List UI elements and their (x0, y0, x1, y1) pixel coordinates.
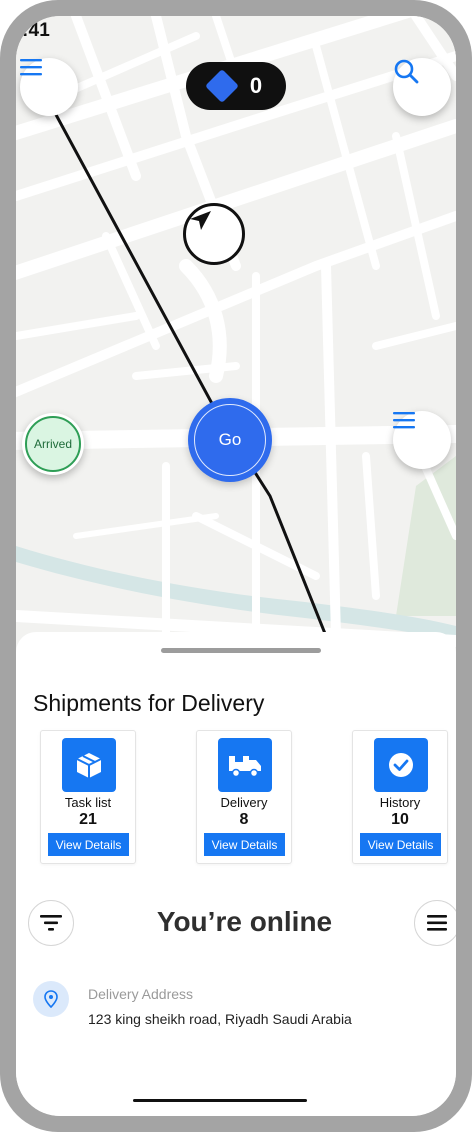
hamburger-icon (427, 915, 447, 931)
drag-handle[interactable] (161, 648, 321, 653)
online-status-title: You’re online (156, 906, 333, 937)
map-view[interactable]: :41 0 Arrived Go (16, 16, 456, 656)
bottom-sheet: Shipments for Delivery Task list 21 View… (16, 632, 456, 1116)
truck-icon (218, 738, 272, 792)
app-screen: :41 0 Arrived Go Shipments for Delivery … (16, 16, 456, 1116)
go-label: Go (194, 404, 266, 476)
view-details-button[interactable]: View Details (360, 833, 441, 856)
sheet-title: Shipments for Delivery (33, 690, 265, 716)
check-icon (374, 738, 428, 792)
diamond-icon (204, 69, 239, 103)
hamburger-icon (20, 59, 42, 76)
map-streets (16, 16, 456, 647)
list-icon (393, 412, 415, 429)
view-details-button[interactable]: View Details (48, 833, 129, 856)
view-details-button[interactable]: View Details (204, 833, 285, 856)
card-count: 10 (391, 811, 409, 828)
arrived-label: Arrived (25, 416, 81, 472)
location-pin-icon (33, 981, 69, 1017)
card-history[interactable]: History 10 View Details (352, 730, 448, 864)
status-time: :41 (22, 20, 51, 41)
card-label: History (379, 795, 421, 810)
battery-icon (452, 23, 456, 39)
navigation-arrow-icon (190, 211, 211, 230)
home-indicator (133, 1099, 307, 1102)
go-button[interactable]: Go (188, 398, 272, 482)
arrived-button[interactable]: Arrived (22, 413, 84, 475)
options-menu-button[interactable] (414, 900, 456, 946)
delivery-address-label: Delivery Address (88, 986, 194, 1002)
card-count: 21 (79, 811, 97, 828)
menu-button[interactable] (20, 58, 78, 116)
status-bar: :41 (16, 16, 456, 50)
search-button[interactable] (393, 58, 451, 116)
box-icon (62, 738, 116, 792)
points-pill[interactable]: 0 (186, 62, 286, 110)
card-count: 8 (239, 811, 249, 828)
card-task-list[interactable]: Task list 21 View Details (40, 730, 136, 864)
card-label: Delivery (220, 795, 268, 810)
card-delivery[interactable]: Delivery 8 View Details (196, 730, 292, 864)
current-location-marker (183, 203, 245, 265)
phone-frame: :41 0 Arrived Go Shipments for Delivery … (0, 0, 472, 1132)
points-value: 0 (249, 73, 263, 98)
search-icon (394, 59, 419, 84)
delivery-address-value: 123 king sheikh road, Riyadh Saudi Arabi… (88, 1011, 352, 1027)
map-list-button[interactable] (393, 411, 451, 469)
card-label: Task list (64, 795, 112, 810)
